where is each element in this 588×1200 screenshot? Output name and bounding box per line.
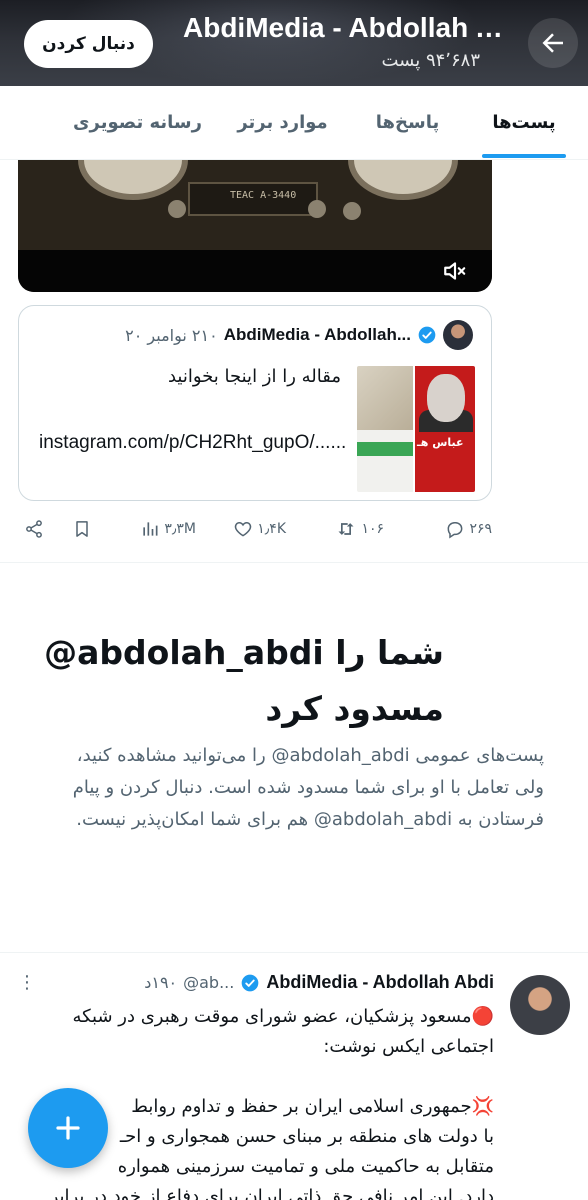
reply-count: ۲۶۹	[469, 521, 492, 537]
bookmark-button[interactable]	[72, 512, 92, 546]
deck-knob	[308, 200, 326, 218]
tweet-author-name[interactable]: AbdiMedia - Abdollah Abdi	[266, 972, 494, 993]
post-count: ۹۴٬۶۸۳ پست	[381, 50, 480, 71]
tweet-timestamp: ۱۹۰د	[144, 973, 178, 992]
blocked-title: شما را ‎@abdolah_abdi‎ مسدود کرد	[44, 633, 444, 728]
share-button[interactable]	[24, 512, 44, 546]
avatar[interactable]	[443, 320, 473, 350]
thumbnail-panel	[357, 430, 413, 492]
reply-icon	[448, 522, 463, 539]
tab-highlights[interactable]: موارد برتر	[220, 86, 345, 160]
deck-knob	[343, 202, 361, 220]
compose-button[interactable]	[28, 1088, 108, 1168]
view-count: ۳٫۳M	[164, 521, 196, 537]
tape-reel-left	[78, 160, 188, 200]
tab-replies[interactable]: پاسخ‌ها	[345, 86, 470, 160]
tab-posts[interactable]: پست‌ها	[470, 86, 578, 160]
like-count: ۱٫۴K	[257, 521, 286, 537]
blocked-description: پست‌های عمومی ‎@abdolah_abdi‎ را می‌توان…	[72, 745, 544, 830]
profile-tabs: پست‌ها پاسخ‌ها موارد برتر رسانه تصویری	[0, 86, 588, 160]
divider	[0, 562, 588, 563]
volume-mute-icon[interactable]	[442, 258, 468, 284]
tape-deck: TEAC A-3440	[188, 182, 318, 216]
views-chart-icon	[143, 522, 158, 536]
more-options-icon[interactable]: ⋮	[18, 972, 36, 993]
plus-icon	[56, 1116, 80, 1140]
deck-label: TEAC A-3440	[230, 190, 297, 201]
bookmark-icon	[76, 521, 88, 537]
quoted-post-text: مقاله را از اینجا بخوانید	[167, 366, 341, 387]
arrow-left-icon	[542, 33, 563, 53]
share-icon	[26, 520, 42, 538]
repost-icon	[338, 523, 354, 535]
back-button[interactable]	[528, 18, 578, 68]
quoted-post-thumbnail[interactable]: عباس هـ	[357, 366, 475, 492]
verified-badge-icon	[242, 974, 259, 991]
divider	[0, 952, 588, 953]
profile-name: AbdiMedia - Abdollah Abdi	[183, 12, 508, 43]
tape-reel-right	[348, 160, 458, 200]
profile-header: AbdiMedia - Abdollah Abdi ۹۴٬۶۸۳ پست دنب…	[0, 0, 588, 86]
repost-count: ۱۰۶	[361, 521, 384, 537]
thumbnail-panel: عباس هـ	[415, 366, 475, 492]
tweet-header: AbdiMedia - Abdollah Abdi @ab... ۱۹۰د	[144, 972, 494, 993]
quoted-post-card[interactable]: AbdiMedia - Abdollah... ۲۱۰ نوامبر ۲۰ عب…	[18, 305, 492, 501]
deck-knob	[168, 200, 186, 218]
quoted-post-date: ۲۱۰ نوامبر ۲۰	[125, 325, 218, 345]
video-player[interactable]: TEAC A-3440	[18, 160, 492, 292]
follow-button[interactable]: دنبال کردن	[24, 20, 153, 68]
quoted-author-name: AbdiMedia - Abdollah...	[223, 325, 411, 344]
post-actions: ۲۶۹ ۱۰۶ ۱٫۴K ۳٫۳M	[18, 512, 492, 546]
tweet-paragraph: 🔴مسعود پزشکیان، عضو شورای موقت رهبری در …	[72, 1006, 494, 1057]
tweet-author-handle: @ab...	[183, 973, 235, 992]
quoted-post-link[interactable]: instagram.com/p/CH2Rht_gupO/......	[39, 428, 346, 458]
quoted-post-header: AbdiMedia - Abdollah... ۲۱۰ نوامبر ۲۰	[125, 320, 473, 350]
tweet-paragraph: دارد. این امر نافی حق ذاتی ایران برای دف…	[49, 1186, 494, 1200]
verified-badge-icon	[418, 326, 436, 344]
heart-icon	[234, 521, 252, 537]
thumbnail-panel	[357, 366, 413, 430]
views-button[interactable]: ۳٫۳M	[140, 512, 196, 546]
repost-button[interactable]: ۱۰۶	[335, 512, 384, 546]
video-controls-bar	[18, 250, 492, 292]
reply-button[interactable]: ۲۶۹	[445, 512, 492, 546]
tab-media[interactable]: رسانه تصویری	[55, 86, 220, 160]
like-button[interactable]: ۱٫۴K	[233, 512, 286, 546]
avatar[interactable]	[510, 975, 570, 1035]
thumbnail-caption: عباس هـ	[417, 436, 464, 449]
